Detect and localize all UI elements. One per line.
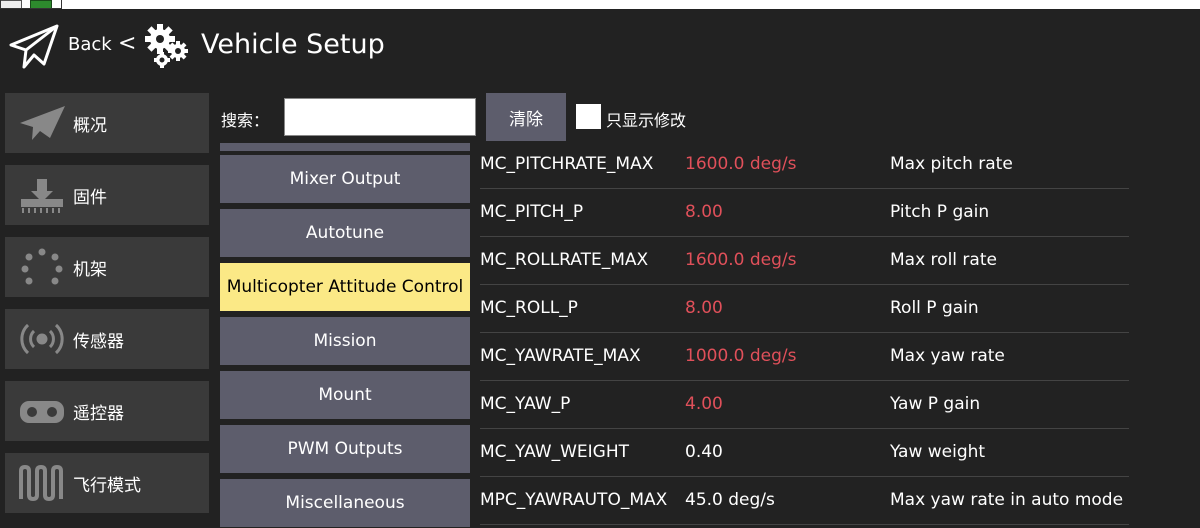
param-description: Yaw weight bbox=[890, 442, 986, 462]
param-name: MC_ROLLRATE_MAX bbox=[480, 250, 649, 270]
param-value: 1000.0 deg/s bbox=[685, 346, 797, 366]
param-name: MC_YAWRATE_MAX bbox=[480, 346, 641, 366]
show-modified-label: 只显示修改 bbox=[606, 111, 687, 130]
sidebar-item-label: 固件 bbox=[73, 187, 107, 208]
group-button-partial[interactable] bbox=[220, 143, 470, 151]
param-description: Max yaw rate in auto mode bbox=[890, 490, 1124, 510]
param-row[interactable]: MC_YAWRATE_MAX 1000.0 deg/s Max yaw rate bbox=[480, 333, 1129, 381]
search-label: 搜索： bbox=[221, 111, 270, 130]
param-value: 45.0 deg/s bbox=[685, 490, 775, 510]
sensors-icon bbox=[13, 315, 71, 363]
group-button[interactable]: PWM Outputs bbox=[220, 425, 470, 473]
param-row[interactable]: MC_PITCHRATE_MAX 1600.0 deg/s Max pitch … bbox=[480, 141, 1129, 189]
radio-icon bbox=[13, 387, 71, 435]
sidebar-item-label: 机架 bbox=[73, 259, 107, 280]
group-button-selected[interactable]: Multicopter Attitude Control bbox=[220, 263, 470, 311]
plane-icon bbox=[13, 99, 71, 147]
sidebar-item-label: 遥控器 bbox=[73, 403, 124, 424]
param-description: Max roll rate bbox=[890, 250, 997, 270]
sidebar-item-label: 概况 bbox=[73, 115, 107, 136]
group-button[interactable]: Autotune bbox=[220, 209, 470, 257]
param-description: Max yaw rate bbox=[890, 346, 1005, 366]
param-row[interactable]: MC_ROLLRATE_MAX 1600.0 deg/s Max roll ra… bbox=[480, 237, 1129, 285]
param-value: 8.00 bbox=[685, 202, 723, 222]
param-description: Max pitch rate bbox=[890, 154, 1013, 174]
group-button[interactable]: Mission bbox=[220, 317, 470, 365]
param-description: Pitch P gain bbox=[890, 202, 990, 222]
page-title: Vehicle Setup bbox=[201, 29, 385, 60]
sidebar-item-airframe[interactable]: 机架 bbox=[5, 237, 209, 297]
param-row[interactable]: MPC_YAWRAUTO_MAX 45.0 deg/s Max yaw rate… bbox=[480, 477, 1129, 525]
sidebar-item-radio[interactable]: 遥控器 bbox=[5, 381, 209, 441]
search-input[interactable] bbox=[284, 98, 476, 136]
param-value: 8.00 bbox=[685, 298, 723, 318]
paper-plane-icon[interactable] bbox=[8, 23, 60, 71]
toolbar: Back < Vehicle Setup bbox=[0, 9, 1200, 85]
breadcrumb-separator: < bbox=[118, 31, 137, 56]
param-value: 0.40 bbox=[685, 442, 723, 462]
group-button[interactable]: Mixer Output bbox=[220, 155, 470, 203]
param-name: MC_YAW_P bbox=[480, 394, 571, 414]
param-row[interactable]: MC_YAW_P 4.00 Yaw P gain bbox=[480, 381, 1129, 429]
back-button[interactable]: Back bbox=[68, 34, 112, 55]
param-row[interactable]: MC_PITCH_P 8.00 Pitch P gain bbox=[480, 189, 1129, 237]
param-value: 4.00 bbox=[685, 394, 723, 414]
param-value: 1600.0 deg/s bbox=[685, 154, 797, 174]
sidebar-item-sensors[interactable]: 传感器 bbox=[5, 309, 209, 369]
param-description: Yaw P gain bbox=[890, 394, 981, 414]
param-value: 1600.0 deg/s bbox=[685, 250, 797, 270]
download-icon bbox=[13, 171, 71, 219]
sidebar-item-firmware[interactable]: 固件 bbox=[5, 165, 209, 225]
param-row[interactable]: MC_YAW_WEIGHT 0.40 Yaw weight bbox=[480, 429, 1129, 477]
icon-frame bbox=[0, 0, 62, 9]
param-name: MC_PITCH_P bbox=[480, 202, 584, 222]
show-modified-checkbox[interactable] bbox=[576, 104, 601, 129]
sidebar-item-summary[interactable]: 概况 bbox=[5, 93, 209, 153]
param-row[interactable]: MC_ROLL_P 8.00 Roll P gain bbox=[480, 285, 1129, 333]
airframe-icon bbox=[13, 243, 71, 291]
sidebar-item-flight-modes[interactable]: 飞行模式 bbox=[5, 453, 209, 513]
flight-modes-icon bbox=[13, 459, 71, 507]
param-name: MC_PITCHRATE_MAX bbox=[480, 154, 654, 174]
param-name: MPC_YAWRAUTO_MAX bbox=[480, 490, 668, 510]
sidebar-item-label: 传感器 bbox=[73, 331, 124, 352]
param-description: Roll P gain bbox=[890, 298, 979, 318]
sidebar-item-label: 飞行模式 bbox=[73, 475, 141, 496]
group-button[interactable]: Mount bbox=[220, 371, 470, 419]
gears-icon bbox=[145, 24, 188, 68]
clear-button[interactable]: 清除 bbox=[486, 93, 566, 141]
param-name: MC_ROLL_P bbox=[480, 298, 578, 318]
group-button[interactable]: Miscellaneous bbox=[220, 479, 470, 527]
param-name: MC_YAW_WEIGHT bbox=[480, 442, 630, 462]
window-top-strip bbox=[0, 0, 1200, 9]
